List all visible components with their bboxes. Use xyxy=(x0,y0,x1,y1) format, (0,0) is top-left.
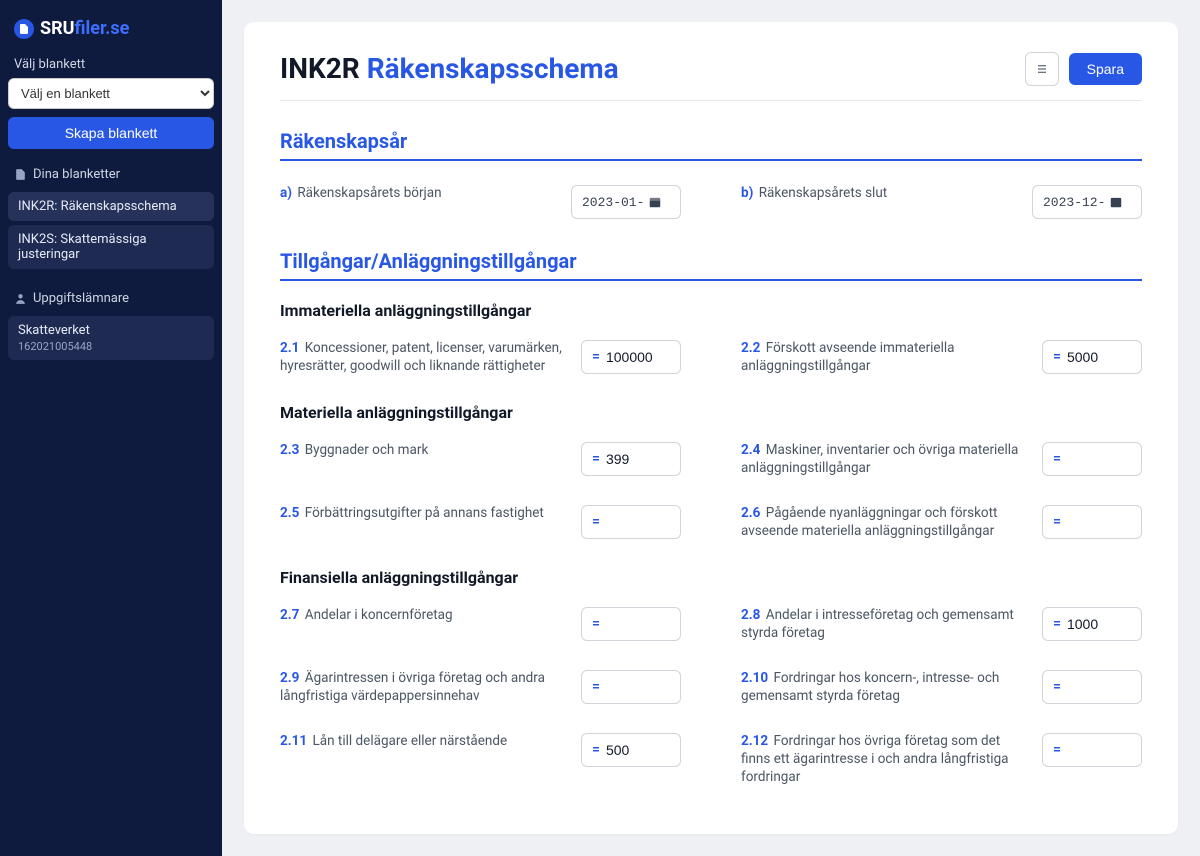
card-header: INK2R Räkenskapsschema Spara xyxy=(280,52,1142,101)
input-2-1[interactable]: = xyxy=(581,340,681,374)
blanketter-heading: Dina blanketter xyxy=(8,149,214,188)
field-2-2: 2.2 Förskott avseende immateriella anläg… xyxy=(741,332,1142,383)
section-tillgangar-title: Tillgångar/Anläggningstillgångar xyxy=(280,249,1142,281)
select-label: Välj blankett xyxy=(8,53,214,78)
subsection-immateriella: Immateriella anläggningstillgångar xyxy=(280,301,1142,320)
field-b: b) Räkenskapsårets slut 2023-12- xyxy=(741,177,1142,227)
field-2-8: 2.8 Andelar i intresseföretag och ge­men… xyxy=(741,599,1142,650)
main-content: INK2R Räkenskapsschema Spara Räkenskapså… xyxy=(222,0,1200,856)
create-blankett-button[interactable]: Skapa blankett xyxy=(8,117,214,149)
subsection-materiella: Materiella anläggningstillgångar xyxy=(280,403,1142,422)
uppgift-heading: Uppgiftslämnare xyxy=(8,273,214,312)
field-2-6: 2.6 Pågående nyanläggningar och för­skot… xyxy=(741,497,1142,548)
input-2-2[interactable]: = xyxy=(1042,340,1142,374)
logo-icon xyxy=(14,19,34,39)
date-end-input[interactable]: 2023-12- xyxy=(1032,185,1142,219)
section-rakenskapsar-title: Räkenskapsår xyxy=(280,129,1142,161)
field-2-7: 2.7 Andelar i koncernföretag = xyxy=(280,599,681,650)
field-2-10: 2.10 Fordringar hos koncern-, intresse- … xyxy=(741,662,1142,713)
calendar-icon xyxy=(648,195,662,209)
subsection-finansiella: Finansiella anläggningstillgångar xyxy=(280,568,1142,587)
field-2-12: 2.12 Fordringar hos övriga företag som d… xyxy=(741,725,1142,794)
brand-suffix: filer.se xyxy=(74,18,129,39)
list-icon xyxy=(1034,61,1050,77)
date-start-input[interactable]: 2023-01- xyxy=(571,185,681,219)
field-2-3: 2.3 Byggnader och mark = xyxy=(280,434,681,485)
page-title: INK2R Räkenskapsschema xyxy=(280,52,619,85)
sidebar-item-uppgift[interactable]: Skatteverket 162021005448 xyxy=(8,316,214,360)
input-2-4[interactable]: = xyxy=(1042,442,1142,476)
input-2-3[interactable]: = xyxy=(581,442,681,476)
field-2-11: 2.11 Lån till delägare eller närstående … xyxy=(280,725,681,794)
brand-logo: SRUfiler.se xyxy=(8,14,214,53)
input-2-11[interactable]: = xyxy=(581,733,681,767)
field-2-4: 2.4 Maskiner, inventarier och övriga mat… xyxy=(741,434,1142,485)
input-2-5[interactable]: = xyxy=(581,505,681,539)
document-icon xyxy=(14,168,27,181)
sidebar-item-ink2s[interactable]: INK2S: Skattemässiga justeringar xyxy=(8,225,214,269)
input-2-6[interactable]: = xyxy=(1042,505,1142,539)
blankett-select[interactable]: Välj en blankett xyxy=(8,78,214,109)
calendar-icon xyxy=(1109,195,1123,209)
sidebar-item-ink2r[interactable]: INK2R: Räkenskapsschema xyxy=(8,192,214,221)
input-2-9[interactable]: = xyxy=(581,670,681,704)
input-2-10[interactable]: = xyxy=(1042,670,1142,704)
input-2-7[interactable]: = xyxy=(581,607,681,641)
field-2-9: 2.9 Ägarintressen i övriga företag och a… xyxy=(280,662,681,713)
input-2-12[interactable]: = xyxy=(1042,733,1142,767)
user-icon xyxy=(14,292,27,305)
list-view-button[interactable] xyxy=(1025,52,1059,86)
input-2-8[interactable]: = xyxy=(1042,607,1142,641)
sidebar: SRUfiler.se Välj blankett Välj en blanke… xyxy=(0,0,222,856)
form-card: INK2R Räkenskapsschema Spara Räkenskapså… xyxy=(244,22,1178,834)
field-2-1: 2.1 Koncessioner, patent, licenser, va­r… xyxy=(280,332,681,383)
field-a: a) Räkenskapsårets början 2023-01- xyxy=(280,177,681,227)
brand-prefix: SRU xyxy=(40,18,74,39)
field-2-5: 2.5 Förbättringsutgifter på annans fasti… xyxy=(280,497,681,548)
save-button[interactable]: Spara xyxy=(1069,53,1142,85)
